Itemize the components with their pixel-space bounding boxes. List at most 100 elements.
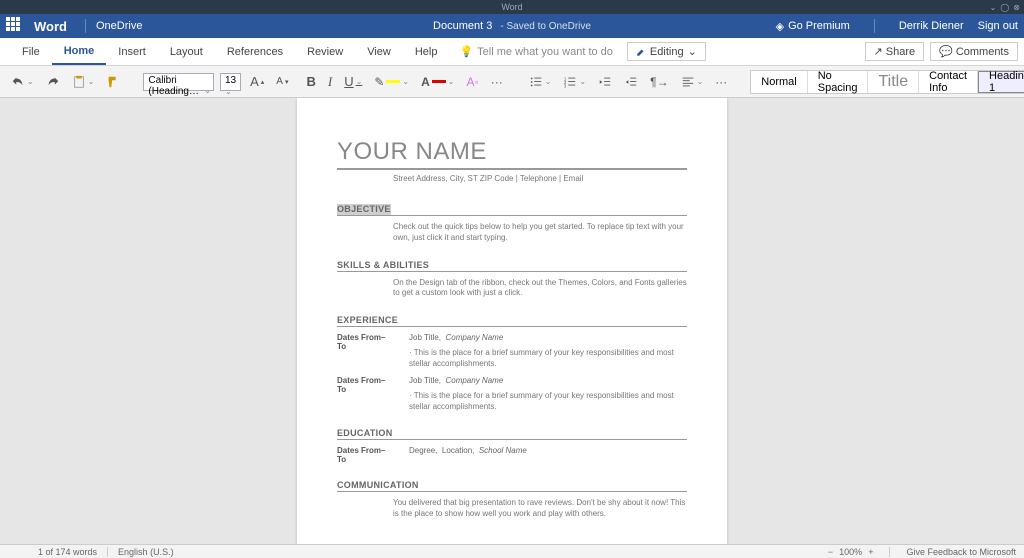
chevron-down-icon: ⌄ [688,45,697,58]
tell-me-search[interactable]: 💡 Tell me what you want to do [459,45,612,58]
more-font-button[interactable]: ··· [488,73,506,91]
clear-formatting-button[interactable]: A◦ [463,73,481,91]
close-icon[interactable]: ⊗ [1013,1,1020,15]
dates-label[interactable]: Dates From–To [337,376,393,413]
go-premium-button[interactable]: ◈ Go Premium [776,20,850,33]
underline-button[interactable]: U⌄ [341,72,365,91]
separator [107,547,108,557]
go-premium-label: Go Premium [788,20,850,32]
style-no-spacing[interactable]: No Spacing [808,71,869,93]
style-heading1[interactable]: Heading 1 [978,71,1024,93]
section-communication-heading[interactable]: COMMUNICATION [337,480,687,492]
number-list-button[interactable]: 123⌄ [560,73,589,91]
dates-label[interactable]: Dates From–To [337,446,393,464]
document-name[interactable]: Document 3 [433,20,492,32]
section-skills-heading[interactable]: SKILLS & ABILITIES [337,260,687,272]
document-canvas[interactable]: YOUR NAME Street Address, City, ST ZIP C… [0,98,1024,544]
highlight-color-button[interactable]: ✎⌄ [371,73,412,91]
decrease-indent-button[interactable] [595,73,615,91]
font-name-value: Calibri (Heading… [148,75,199,97]
dates-label[interactable]: Dates From–To [337,333,393,370]
resume-name-heading[interactable]: YOUR NAME [337,138,687,170]
outdent-icon [598,75,612,89]
share-label: Share [886,46,915,58]
separator [889,547,890,557]
zoom-level[interactable]: 100% [839,547,862,557]
grow-font-icon: A [250,74,259,89]
bullet-list-button[interactable]: ⌄ [526,73,555,91]
language-status[interactable]: English (U.S.) [118,547,174,557]
experience-body[interactable]: · This is the place for a brief summary … [409,391,687,413]
clipboard-button[interactable]: ⌄ [69,73,98,91]
shrink-font-icon: A [276,76,283,87]
tab-review[interactable]: Review [295,38,355,65]
tab-references[interactable]: References [215,38,295,65]
underline-label: U [344,74,353,89]
skills-body[interactable]: On the Design tab of the ribbon, check o… [393,278,687,300]
divider [874,19,875,33]
comment-icon: 💬 [939,45,953,58]
sign-out-link[interactable]: Sign out [978,20,1018,32]
zoom-out-button[interactable]: − [828,547,833,557]
education-line[interactable]: Degree, Location, School Name [409,446,527,464]
style-normal[interactable]: Normal [751,71,807,93]
undo-button[interactable]: ⌄ [8,73,37,91]
font-color-icon: A [421,75,430,89]
font-color-button[interactable]: A⌄ [418,73,457,91]
job-line[interactable]: Job Title, Company Name [409,376,687,385]
word-count[interactable]: 1 of 174 words [38,547,97,557]
user-name[interactable]: Derrik Diener [899,20,964,32]
style-contact-info[interactable]: Contact Info [919,71,978,93]
zoom-in-button[interactable]: + [868,547,873,557]
tab-view[interactable]: View [355,38,403,65]
maximize-icon[interactable]: ◯ [1000,1,1009,15]
page[interactable]: YOUR NAME Street Address, City, ST ZIP C… [297,98,727,544]
contact-line[interactable]: Street Address, City, ST ZIP Code | Tele… [393,174,687,183]
increase-indent-button[interactable] [621,73,641,91]
section-education-heading[interactable]: EDUCATION [337,428,687,440]
tab-layout[interactable]: Layout [158,38,215,65]
grow-font-button[interactable]: A▴ [247,72,267,91]
document-name-group: Document 3 - Saved to OneDrive [433,20,591,32]
comments-button[interactable]: 💬 Comments [930,42,1018,61]
text-direction-button[interactable]: ¶→ [647,73,671,91]
experience-row[interactable]: Dates From–To Job Title, Company Name · … [337,376,687,413]
tell-me-label: Tell me what you want to do [477,46,613,58]
redo-button[interactable] [43,73,63,91]
editing-mode-button[interactable]: Editing ⌄ [627,42,706,61]
style-title[interactable]: Title [868,71,919,93]
experience-body[interactable]: · This is the place for a brief summary … [409,348,687,370]
font-name-select[interactable]: Calibri (Heading…⌄ [143,73,214,91]
job-line[interactable]: Job Title, Company Name [409,333,687,342]
share-button[interactable]: ↗ Share [865,42,925,61]
shrink-font-button[interactable]: A▾ [273,74,291,89]
tab-help[interactable]: Help [403,38,450,65]
tab-insert[interactable]: Insert [106,38,158,65]
onedrive-label[interactable]: OneDrive [96,20,142,32]
section-experience-heading[interactable]: EXPERIENCE [337,315,687,327]
company-name: Company Name [445,333,503,342]
align-button[interactable]: ⌄ [678,73,707,91]
objective-body[interactable]: Check out the quick tips below to help y… [393,222,687,244]
numbers-icon: 123 [563,75,577,89]
tab-file[interactable]: File [10,38,52,65]
feedback-link[interactable]: Give Feedback to Microsoft [906,547,1016,557]
degree: Degree, [409,446,437,455]
format-painter-button[interactable] [103,73,123,91]
status-bar: 1 of 174 words English (U.S.) − 100% + G… [0,544,1024,558]
italic-button[interactable]: I [325,72,335,92]
tab-home[interactable]: Home [52,38,107,65]
chevron-down-icon: ⌄ [225,87,232,96]
education-row[interactable]: Dates From–To Degree, Location, School N… [337,446,687,464]
communication-body[interactable]: You delivered that big presentation to r… [393,498,687,520]
minimize-icon[interactable]: ⌄ [990,1,997,15]
experience-row[interactable]: Dates From–To Job Title, Company Name · … [337,333,687,370]
more-para-button[interactable]: ··· [712,73,730,91]
font-size-value: 13 [225,75,236,86]
font-size-select[interactable]: 13 ⌄ [220,73,241,91]
app-launcher-icon[interactable] [6,17,24,35]
bold-button[interactable]: B [303,72,318,91]
highlighter-icon: ✎ [374,75,384,89]
section-objective-heading[interactable]: OBJECTIVE [337,204,391,215]
divider [85,19,86,33]
